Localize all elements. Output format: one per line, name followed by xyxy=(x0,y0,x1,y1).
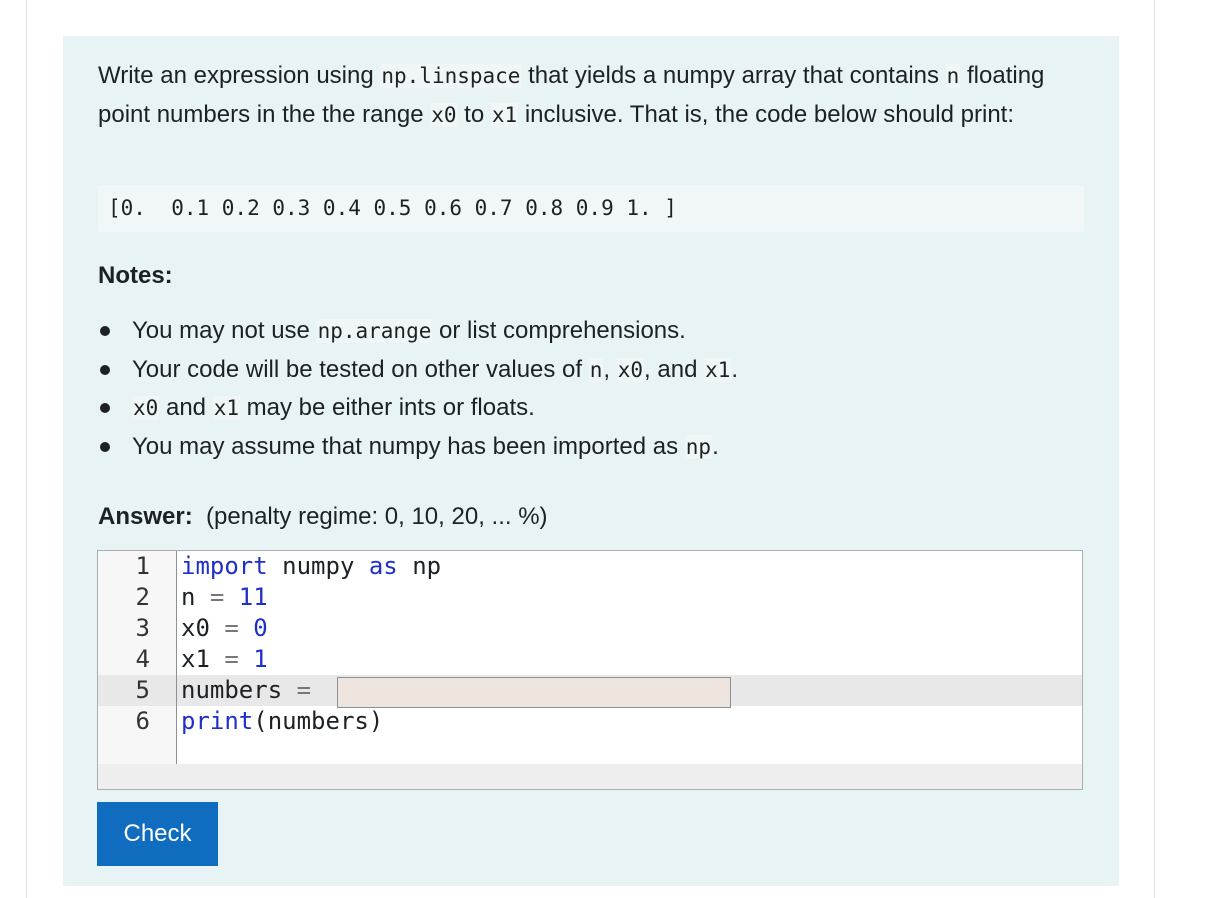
line-number-gutter: 1 2 3 4 5 6 xyxy=(98,551,177,764)
note-text: . xyxy=(731,355,739,383)
code-token: np xyxy=(397,552,442,580)
code-token: x1 xyxy=(181,645,225,673)
inline-code-x1: x1 xyxy=(490,102,519,127)
penalty-regime-text: (penalty regime: 0, 10, 20, ... %) xyxy=(206,503,548,530)
code-line: print(numbers) xyxy=(181,706,383,737)
operator-token: = xyxy=(209,583,225,611)
code-editor[interactable]: 1 2 3 4 5 6 import numpy as np n = 11 x0… xyxy=(97,550,1083,790)
question-text-part: that yields a numpy array that contains xyxy=(521,62,946,89)
inline-code-arange: np.arange xyxy=(316,319,433,343)
line-number: 1 xyxy=(135,552,150,580)
code-line: import numpy as np xyxy=(181,551,441,582)
operator-token: = xyxy=(224,614,239,642)
note-text: , and xyxy=(644,355,705,383)
notes-heading: Notes: xyxy=(98,262,173,289)
bullet-icon xyxy=(100,441,110,452)
question-text-part: Write an expression using xyxy=(98,62,381,89)
code-line: n = 11 xyxy=(181,582,268,613)
inline-code-n: n xyxy=(945,64,961,88)
keyword-token: as xyxy=(368,552,398,580)
line-number: 5 xyxy=(98,675,176,706)
note-text: You may not use xyxy=(132,317,317,344)
note-text: . xyxy=(712,432,719,460)
inline-code-n: n xyxy=(588,357,604,382)
line-number: 2 xyxy=(135,583,150,611)
inline-code-np: np xyxy=(684,434,713,459)
list-item: You may not use np.arange or list compre… xyxy=(98,312,738,351)
bullet-icon xyxy=(100,326,110,336)
answer-label-row: Answer: (penalty regime: 0, 10, 20, ... … xyxy=(98,503,548,531)
inline-code-x0: x0 xyxy=(132,396,160,420)
list-item: You may assume that numpy has been impor… xyxy=(98,428,738,467)
check-button[interactable]: Check xyxy=(97,802,218,866)
code-line: numbers = xyxy=(177,675,1082,708)
line-number: 4 xyxy=(135,645,150,673)
note-text: and xyxy=(159,394,213,421)
page-right-border xyxy=(1154,0,1155,898)
number-token: 1 xyxy=(238,645,268,673)
line-number: 3 xyxy=(135,614,150,642)
answer-gap-input[interactable] xyxy=(337,677,731,708)
inline-code-linspace: np.linspace xyxy=(380,64,522,88)
inline-code-x0: x0 xyxy=(430,102,458,127)
code-token: numpy xyxy=(267,552,369,580)
list-item: Your code will be tested on other values… xyxy=(98,351,738,390)
operator-token: = xyxy=(224,645,239,673)
operator-token: = xyxy=(296,676,312,704)
question-text-part: inclusive. That is, the code below shoul… xyxy=(518,100,1015,128)
code-area[interactable]: import numpy as np n = 11 x0 = 0 x1 = 1 … xyxy=(177,551,1082,764)
note-text: may be either ints or floats. xyxy=(239,394,535,421)
code-token: n xyxy=(181,583,210,611)
note-text: or list comprehensions. xyxy=(432,317,686,344)
question-text-part: to xyxy=(457,100,491,128)
code-line: x1 = 1 xyxy=(181,644,268,675)
note-text: Your code will be tested on other values… xyxy=(132,355,589,383)
number-token: 11 xyxy=(224,583,268,611)
bullet-icon xyxy=(100,403,110,413)
inline-code-x0: x0 xyxy=(616,357,645,382)
page-left-border xyxy=(26,0,27,898)
code-token: numbers xyxy=(181,676,297,704)
code-token: (numbers) xyxy=(253,707,384,735)
list-item: x0 and x1 may be either ints or floats. xyxy=(98,389,738,428)
note-text: , xyxy=(603,355,617,383)
question-text: Write an expression using np.linspace th… xyxy=(98,57,1088,134)
line-number: 6 xyxy=(135,707,150,735)
note-text: You may assume that numpy has been impor… xyxy=(132,432,685,460)
answer-label: Answer: xyxy=(98,503,193,530)
notes-list: You may not use np.arange or list compre… xyxy=(98,312,738,466)
keyword-token: print xyxy=(181,707,254,735)
expected-output-block: [0. 0.1 0.2 0.3 0.4 0.5 0.6 0.7 0.8 0.9 … xyxy=(98,185,1084,232)
bullet-icon xyxy=(100,364,110,375)
question-panel: Write an expression using np.linspace th… xyxy=(63,36,1119,886)
code-token: x0 xyxy=(181,614,225,642)
code-line: x0 = 0 xyxy=(181,613,268,644)
inline-code-x1: x1 xyxy=(212,396,240,420)
keyword-token: import xyxy=(181,552,268,580)
inline-code-x1: x1 xyxy=(704,357,732,382)
number-token: 0 xyxy=(238,614,268,642)
